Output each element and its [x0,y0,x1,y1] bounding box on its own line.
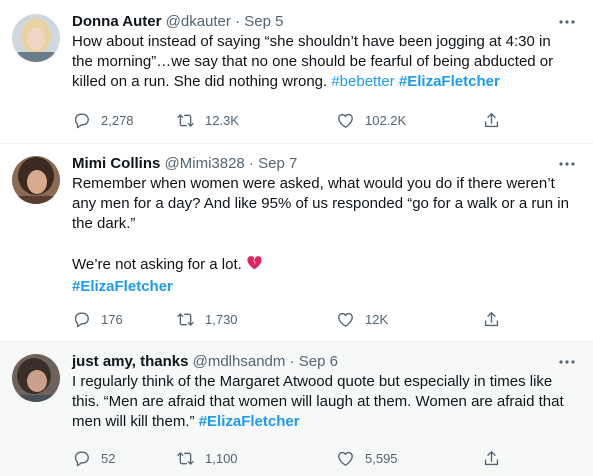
tweet-actions: 2,278 12.3K 102.2K [72,110,512,130]
hashtag-link[interactable]: #ElizaFletcher [399,73,500,90]
tweet-text-segment: killed on a run. She did nothing wrong. [72,73,332,90]
more-icon[interactable] [557,154,577,174]
tweet-header: Mimi Collins @Mimi3828 · Sep 7 [72,154,577,174]
tweet-text-line: the morning”…we say that no one should b… [72,53,554,70]
tweet-content: Mimi Collins @Mimi3828 · Sep 7 Remember … [72,154,577,297]
broken-heart-emoji [246,254,263,277]
like-button[interactable]: 102.2K [336,110,406,130]
reply-icon [74,112,89,128]
tweet-text-line: men will kill them.” #ElizaFletcher [72,412,577,432]
retweet-button[interactable]: 1,730 [176,309,238,329]
retweet-button[interactable]: 1,100 [176,448,238,468]
reply-count: 52 [101,450,116,466]
share-button[interactable] [482,309,501,329]
tweet-content: just amy, thanks @mdlhsandm · Sep 6 I re… [72,352,577,432]
share-icon [484,311,499,326]
tweet[interactable]: just amy, thanks @mdlhsandm · Sep 6 I re… [0,342,593,476]
user-handle[interactable]: @dkauter [166,13,231,30]
reply-count: 176 [101,311,123,327]
tweet-date[interactable]: Sep 6 [299,353,338,370]
avatar[interactable] [12,156,60,204]
tweet-text: How about instead of saying “she shouldn… [72,32,577,92]
more-icon[interactable] [557,12,577,32]
reply-button[interactable]: 2,278 [72,110,134,130]
like-button[interactable]: 5,595 [336,448,398,468]
reply-icon [74,450,89,466]
share-icon [484,450,499,465]
share-button[interactable] [482,110,501,130]
reply-button[interactable]: 176 [72,309,123,329]
tweet-text-line: this. “Men are afraid that women will la… [72,393,564,410]
tweet-content: Donna Auter @dkauter · Sep 5 How about i… [72,12,577,92]
retweet-icon [177,451,194,465]
hashtag-link[interactable]: #bebetter [331,73,394,90]
tweet-text: I regularly think of the Margaret Atwood… [72,372,577,432]
tweet-text: Remember when women were asked, what wou… [72,174,577,297]
display-name[interactable]: Donna Auter [72,13,161,30]
display-name[interactable]: just amy, thanks [72,353,188,370]
separator-dot: · [248,155,254,172]
tweet-text-line: killed on a run. She did nothing wrong. … [72,72,577,92]
retweet-button[interactable]: 12.3K [176,110,239,130]
separator-dot: · [289,353,295,370]
share-button[interactable] [482,448,501,468]
like-count: 102.2K [365,112,407,128]
user-handle[interactable]: @Mimi3828 [165,155,245,172]
retweet-count: 12.3K [205,112,239,128]
avatar[interactable] [12,354,60,402]
more-icon[interactable] [557,352,577,372]
share-icon [484,112,499,127]
like-count: 5,595 [365,450,398,466]
reply-button[interactable]: 52 [72,448,115,468]
user-handle[interactable]: @mdlhsandm [193,353,286,370]
tweet-header: Donna Auter @dkauter · Sep 5 [72,12,577,32]
retweet-icon [177,113,194,127]
tweet-text-line: Remember when women were asked, what wou… [72,175,555,192]
tweet-text-segment: men will kill them.” [72,413,199,430]
like-count: 12K [365,311,389,327]
tweet-date[interactable]: Sep 7 [258,155,297,172]
tweet-actions: 176 1,730 12K [72,309,512,329]
reply-icon [74,311,89,327]
tweet-text-segment: We’re not asking for a lot. [72,256,246,273]
retweet-count: 1,100 [205,450,238,466]
tweet-feed: Donna Auter @dkauter · Sep 5 How about i… [0,0,593,476]
heart-icon [338,113,353,128]
tweet-actions: 52 1,100 5,595 [72,448,512,468]
tweet[interactable]: Mimi Collins @Mimi3828 · Sep 7 Remember … [0,144,593,342]
tweet[interactable]: Donna Auter @dkauter · Sep 5 How about i… [0,0,593,144]
separator-dot: · [235,13,241,30]
reply-count: 2,278 [101,112,134,128]
tweet-header: just amy, thanks @mdlhsandm · Sep 6 [72,352,577,372]
tweet-text-line: #ElizaFletcher [72,277,577,297]
like-button[interactable]: 12K [336,309,388,329]
heart-icon [338,312,353,327]
tweet-text-line: How about instead of saying “she shouldn… [72,33,551,50]
tweet-date[interactable]: Sep 5 [244,13,283,30]
avatar[interactable] [12,14,60,62]
tweet-text-line: any men for a day? And like 95% of us re… [72,195,569,212]
hashtag-link[interactable]: #ElizaFletcher [199,413,300,430]
tweet-text-line: We’re not asking for a lot. [72,254,577,277]
display-name[interactable]: Mimi Collins [72,155,160,172]
tweet-text-line: I regularly think of the Margaret Atwood… [72,373,553,390]
retweet-icon [177,312,194,326]
hashtag-link[interactable]: #ElizaFletcher [72,278,173,295]
retweet-count: 1,730 [205,311,238,327]
heart-icon [338,451,353,466]
tweet-text-line: the dark.” [72,215,136,232]
